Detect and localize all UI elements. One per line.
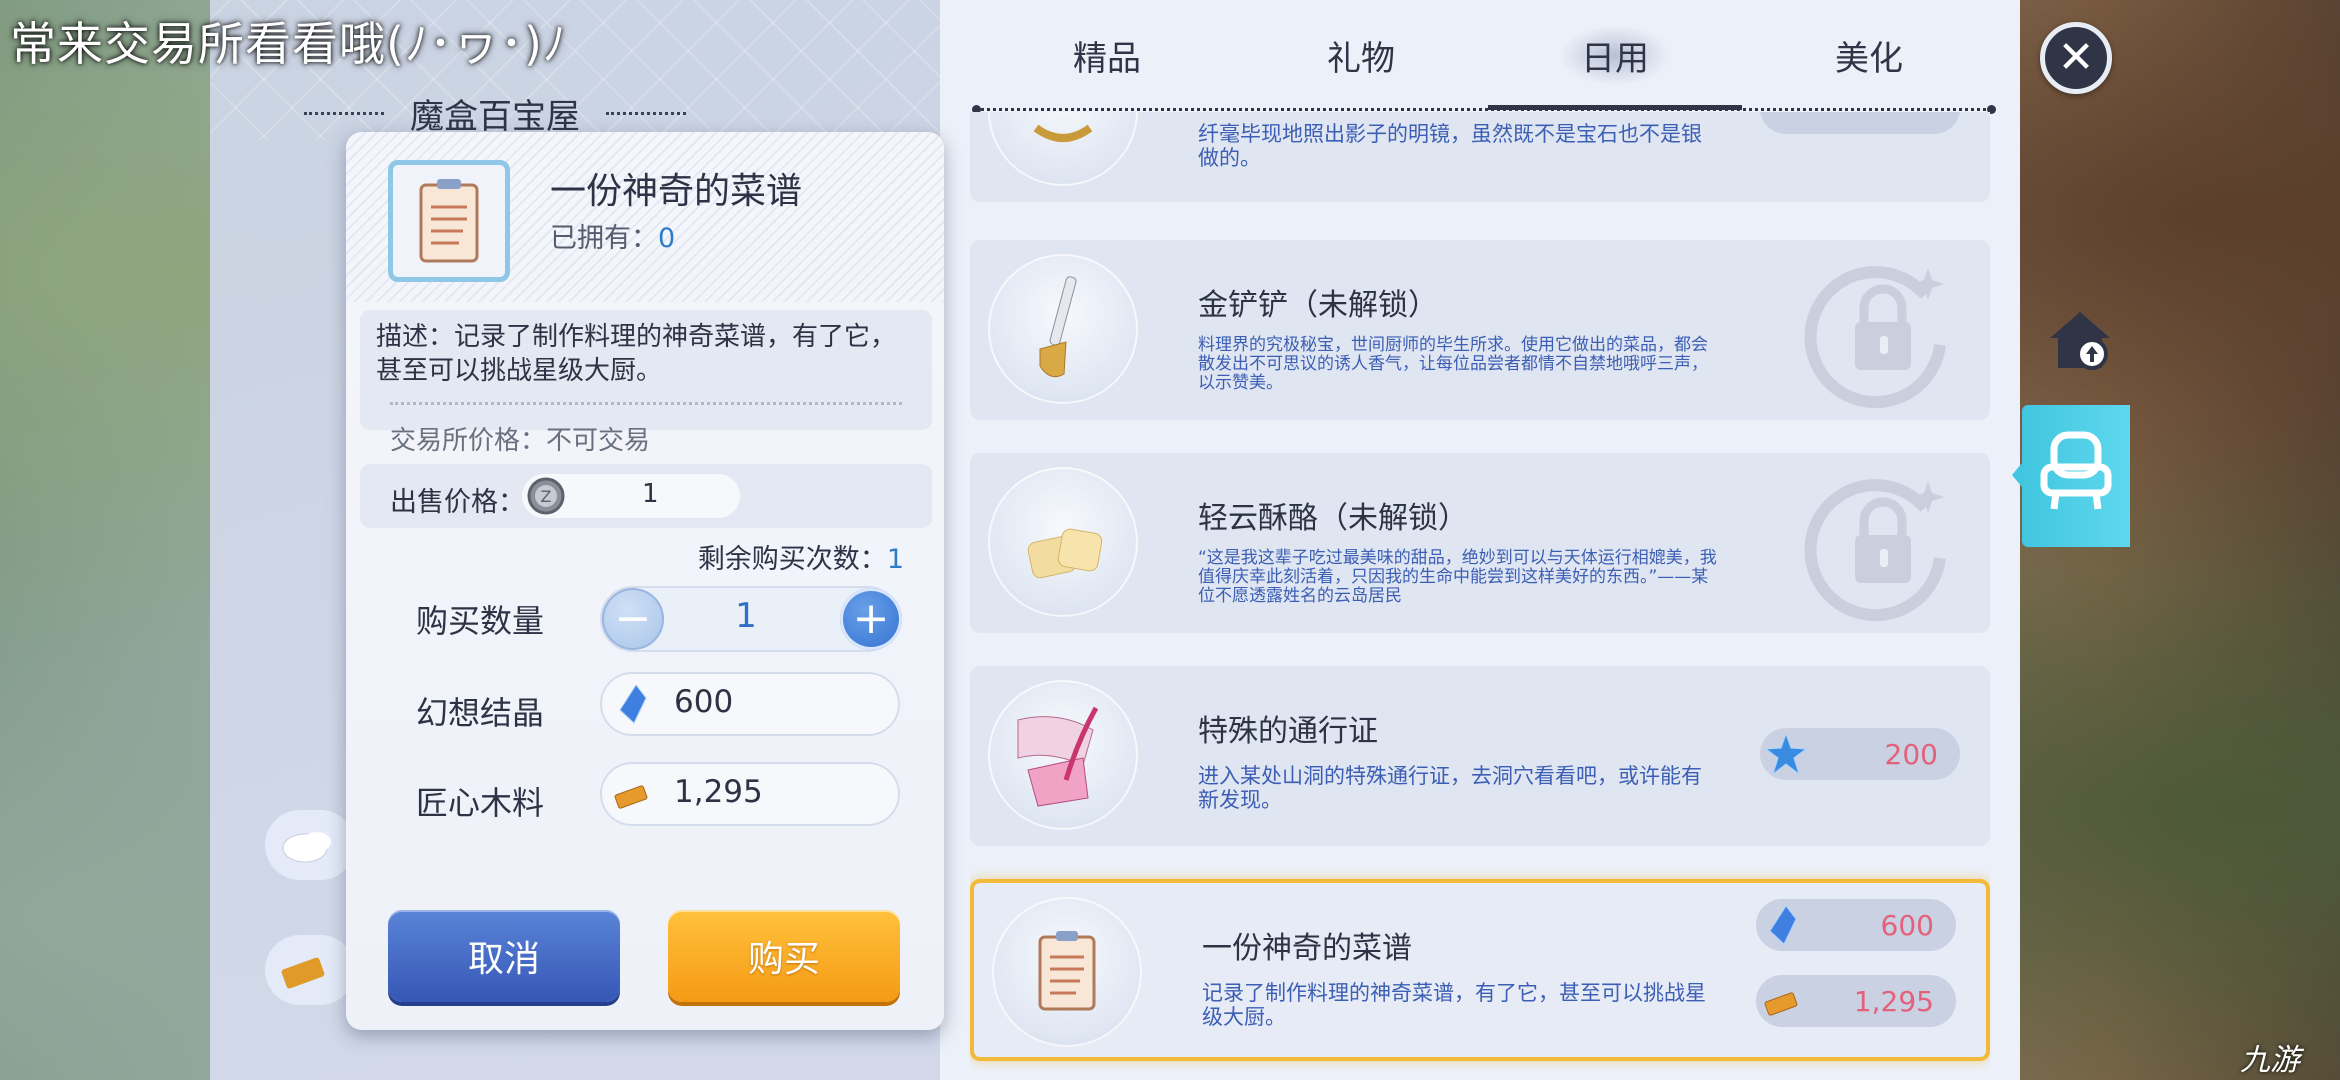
lock-icon bbox=[1804, 266, 1946, 409]
tab-daily[interactable]: 日用 bbox=[1488, 0, 1742, 110]
description-divider bbox=[390, 402, 902, 405]
sell-price-value: 1 bbox=[642, 479, 659, 509]
tab-premium[interactable]: 精品 bbox=[980, 0, 1234, 110]
cost-value: 600 bbox=[674, 684, 734, 720]
increase-button[interactable]: + bbox=[840, 588, 902, 650]
bg-cloud-chip bbox=[265, 810, 355, 880]
price-pill[interactable]: 1,295 bbox=[1756, 975, 1956, 1027]
tab-label: 礼物 bbox=[1327, 38, 1395, 79]
owned-label: 已拥有： bbox=[550, 223, 658, 254]
remaining-purchases: 剩余购买次数：1 bbox=[698, 537, 904, 576]
item-name: 金铲铲（未解锁） bbox=[1198, 288, 1438, 323]
price-value: 600 bbox=[1880, 908, 1934, 942]
price-value: 1,295 bbox=[1853, 984, 1934, 1018]
overlay-caption: 常来交易所看看哦(ﾉ･ヮ･)ﾉ bbox=[10, 17, 567, 71]
svg-text:Z: Z bbox=[541, 487, 552, 506]
wood-icon bbox=[1764, 992, 1798, 1016]
shop-title-bar: 魔盒百宝屋 bbox=[275, 88, 715, 138]
list-item[interactable]: 金铲铲（未解锁） 料理界的究极秘宝，世间厨师的毕生所求。使用它做出的菜品，都会散… bbox=[970, 240, 1990, 420]
recipe-icon bbox=[419, 179, 479, 263]
owned-count: 已拥有：0 bbox=[550, 216, 675, 255]
category-tabs: 精品 礼物 日用 美化 bbox=[940, 0, 2020, 110]
zeny-coin-icon: Z bbox=[527, 477, 565, 515]
quantity-value[interactable]: 1 bbox=[716, 596, 776, 636]
close-button[interactable]: ✕ bbox=[2040, 22, 2112, 94]
bg-wood-chip bbox=[265, 935, 355, 1005]
price-pill[interactable] bbox=[1760, 112, 1960, 134]
decrease-button[interactable]: − bbox=[602, 588, 664, 650]
mirror-icon bbox=[1033, 124, 1093, 142]
buy-button[interactable]: 购买 bbox=[668, 910, 900, 1002]
item-description: 纤毫毕现地照出影子的明镜，虽然既不是宝石也不是银做的。 bbox=[1198, 122, 1702, 171]
dialog-item-name: 一份神奇的菜谱 bbox=[550, 171, 803, 212]
cost-label: 匠心木料 bbox=[416, 784, 545, 822]
tab-divider bbox=[972, 105, 1996, 114]
fantasy-crystal-icon bbox=[1769, 905, 1797, 945]
star-crystal-icon bbox=[1764, 732, 1808, 776]
sell-price-label: 出售价格： bbox=[390, 487, 525, 518]
wood-icon bbox=[281, 957, 325, 989]
sofa-icon bbox=[2040, 431, 2112, 510]
golden-shovel-icon bbox=[1039, 276, 1077, 378]
recipe-icon bbox=[1038, 931, 1096, 1011]
remaining-label: 剩余购买次数： bbox=[697, 544, 887, 575]
quantity-label: 购买数量 bbox=[416, 602, 545, 640]
cost-value: 1,295 bbox=[674, 774, 763, 810]
cancel-button[interactable]: 取消 bbox=[388, 910, 620, 1002]
item-description: 料理界的究极秘宝，世间厨师的毕生所求。使用它做出的菜品，都会散发出不可思议的诱人… bbox=[1198, 335, 1708, 394]
cost-label: 幻想结晶 bbox=[416, 694, 545, 732]
shop-title: 魔盒百宝屋 bbox=[410, 96, 580, 137]
price-pill[interactable]: 600 bbox=[1756, 899, 1956, 951]
item-icon-frame bbox=[988, 680, 1138, 830]
tab-beautify[interactable]: 美化 bbox=[1742, 0, 1996, 110]
list-item[interactable]: 纤毫毕现地照出影子的明镜，虽然既不是宝石也不是银做的。 bbox=[970, 112, 1990, 202]
owned-value: 0 bbox=[658, 223, 676, 254]
furniture-tab[interactable] bbox=[2012, 405, 2130, 547]
shop-panel: 精品 礼物 日用 美化 纤毫毕现地照出影子的明镜，虽然既不是宝石也不是银做的。 … bbox=[940, 0, 2020, 1080]
item-description: “这是我这辈子吃过最美味的甜品，绝妙到可以与天体运行相媲美，我值得庆幸此刻活着，… bbox=[1198, 548, 1717, 607]
home-upgrade-icon[interactable] bbox=[2040, 300, 2120, 380]
tab-label: 日用 bbox=[1559, 24, 1671, 86]
tab-label: 美化 bbox=[1835, 38, 1903, 79]
tab-label: 精品 bbox=[1073, 38, 1141, 79]
price-value: 200 bbox=[1884, 737, 1938, 771]
list-item-selected[interactable]: 一份神奇的菜谱 记录了制作料理的神奇菜谱，有了它，甚至可以挑战星级大厨。 600… bbox=[970, 879, 1990, 1061]
item-description: 进入某处山洞的特殊通行证，去洞穴看看吧，或许能有新发现。 bbox=[1198, 764, 1702, 813]
list-item[interactable]: 轻云酥酪（未解锁） “这是我这辈子吃过最美味的甜品，绝妙到可以与天体运行相媲美，… bbox=[970, 453, 1990, 633]
purchase-dialog: 一份神奇的菜谱 已拥有：0 描述：记录了制作料理的神奇菜谱，有了它，甚至可以挑战… bbox=[346, 132, 944, 1030]
item-icon-frame bbox=[988, 254, 1138, 404]
lock-icon bbox=[1804, 479, 1946, 622]
item-icon-frame bbox=[988, 112, 1138, 186]
dialog-item-icon-frame bbox=[388, 160, 510, 282]
item-name: 一份神奇的菜谱 bbox=[1202, 931, 1412, 966]
special-pass-icon bbox=[1017, 706, 1099, 807]
watermark: 九游 bbox=[2240, 1043, 2300, 1078]
remaining-value: 1 bbox=[886, 544, 904, 575]
trade-price: 交易所价格：不可交易 bbox=[390, 426, 651, 456]
wood-icon bbox=[614, 785, 648, 809]
title-divider-left bbox=[304, 111, 384, 115]
list-item[interactable]: 特殊的通行证 进入某处山洞的特殊通行证，去洞穴看看吧，或许能有新发现。 200 bbox=[970, 666, 1990, 846]
item-name: 特殊的通行证 bbox=[1198, 714, 1378, 749]
item-description: 记录了制作料理的神奇菜谱，有了它，甚至可以挑战星级大厨。 bbox=[1202, 981, 1706, 1030]
cloud-icon bbox=[282, 832, 331, 863]
item-icon-frame bbox=[992, 897, 1142, 1047]
item-description: 描述：记录了制作料理的神奇菜谱，有了它，甚至可以挑战星级大厨。 bbox=[376, 322, 897, 387]
price-pill[interactable]: 200 bbox=[1760, 728, 1960, 780]
title-divider-right bbox=[606, 111, 686, 115]
cloud-pastry-icon bbox=[1027, 528, 1103, 579]
item-name: 轻云酥酪（未解锁） bbox=[1198, 501, 1468, 536]
tab-gifts[interactable]: 礼物 bbox=[1234, 0, 1488, 110]
item-list[interactable]: 纤毫毕现地照出影子的明镜，虽然既不是宝石也不是银做的。 金铲铲（未解锁） 料理界… bbox=[970, 112, 1990, 1080]
item-icon-frame bbox=[988, 467, 1138, 617]
fantasy-crystal-icon bbox=[619, 684, 647, 724]
